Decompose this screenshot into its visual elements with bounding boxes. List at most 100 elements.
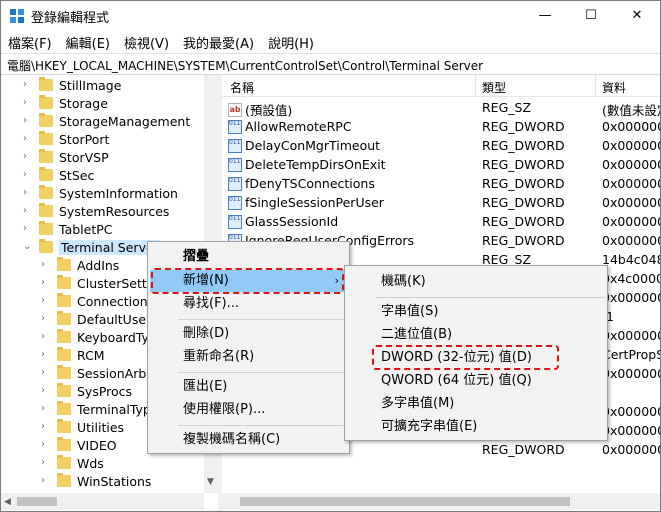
folder-icon (39, 113, 53, 127)
menu-view[interactable]: 檢視(V) (117, 30, 176, 52)
chevron-right-icon[interactable]: › (23, 152, 33, 162)
chevron-right-icon[interactable]: › (41, 350, 51, 360)
submenu-item-binary-value[interactable]: 二進位值(B) (347, 324, 605, 346)
tree-item[interactable]: › StillImage (23, 76, 121, 94)
menu-item-rename[interactable]: 重新命名(R) (150, 346, 347, 368)
list-item[interactable]: ab(預設值) REG_SZ (數值未設定) (222, 99, 660, 118)
value-data: 14b4c048- (602, 252, 660, 267)
chevron-right-icon[interactable]: › (23, 134, 33, 144)
chevron-right-icon[interactable]: › (23, 98, 33, 108)
menu-item-export[interactable]: 匯出(E) (150, 376, 347, 398)
submenu-item-key[interactable]: 機碼(K) (347, 271, 605, 293)
submenu-item-dword-value[interactable]: DWORD (32-位元) 值(D) (347, 347, 605, 369)
tree-item[interactable]: › WinStations (41, 472, 151, 490)
list-item[interactable]: 011 110AllowRemoteRPC REG_DWORD 0x00000000… (222, 118, 660, 137)
tree-item[interactable]: › SysProcs (41, 382, 132, 400)
list-scroll-thumb[interactable] (240, 497, 570, 506)
submenu-item-string-value[interactable]: 字串值(S) (347, 301, 605, 323)
chevron-right-icon[interactable]: › (41, 404, 51, 414)
tree-item[interactable]: › VIDEO (41, 436, 117, 454)
menu-item-new[interactable]: 新增(N) › (150, 270, 347, 292)
address-bar[interactable]: 電腦\HKEY_LOCAL_MACHINE\SYSTEM\CurrentCont… (1, 53, 660, 75)
tree-item[interactable]: › RCM (41, 346, 105, 364)
tree-item[interactable]: › Storage (23, 94, 108, 112)
tree-scroll-thumb[interactable] (17, 497, 57, 506)
menu-help[interactable]: 說明(H) (261, 30, 321, 52)
value-name-cell: 011 110DeleteTempDirsOnExit (228, 157, 386, 172)
tree-item[interactable]: › SystemResources (23, 202, 169, 220)
menu-item-collapse[interactable]: 摺疊 (150, 246, 347, 268)
column-header-type[interactable]: 類型 (482, 79, 506, 96)
tree-item[interactable]: › StorageManagement (23, 112, 190, 130)
tree-item[interactable]: › SystemInformation (23, 184, 178, 202)
menu-item-find[interactable]: 尋找(F)... (150, 293, 347, 315)
list-horizontal-scrollbar[interactable] (222, 493, 660, 510)
value-data: 0x00000000 (0) (602, 119, 660, 134)
value-type: REG_DWORD (482, 442, 565, 457)
tree-item[interactable]: › TabletPC (23, 220, 113, 238)
column-header-name[interactable]: 名稱 (230, 79, 254, 96)
chevron-right-icon[interactable]: › (41, 422, 51, 432)
tree-item-label: StorVSP (59, 149, 109, 165)
chevron-right-icon[interactable]: › (41, 440, 51, 450)
submenu-item-multi-string-value[interactable]: 多字串值(M) (347, 393, 605, 415)
chevron-right-icon[interactable]: › (41, 296, 51, 306)
tree-item[interactable]: › StSec (23, 166, 94, 184)
binary-value-icon: 011 110 (228, 176, 242, 191)
menu-item-delete[interactable]: 刪除(D) (150, 323, 347, 345)
list-item[interactable]: 011 110DeleteTempDirsOnExit REG_DWORD 0x00… (222, 156, 660, 175)
folder-icon (39, 149, 53, 163)
chevron-right-icon[interactable]: › (23, 80, 33, 90)
chevron-down-icon[interactable]: ⌄ (23, 242, 33, 252)
tree-item[interactable]: › StorPort (23, 130, 109, 148)
binary-value-icon: 011 110 (228, 119, 242, 134)
menu-edit[interactable]: 編輯(E) (59, 30, 117, 52)
minimize-button[interactable]: — (522, 1, 568, 30)
column-divider[interactable] (475, 75, 476, 97)
menu-file[interactable]: 檔案(F) (1, 30, 59, 52)
submenu-item-expandable-string-value[interactable]: 可擴充字串值(E) (347, 416, 605, 438)
tree-item[interactable]: › AddIns (41, 256, 119, 274)
tree-item[interactable]: › StorVSP (23, 148, 109, 166)
value-name: fDenyTSConnections (245, 176, 375, 191)
tree-item[interactable]: ⌄ Terminal Server (23, 238, 161, 256)
folder-icon (39, 95, 53, 109)
chevron-right-icon[interactable]: › (41, 314, 51, 324)
close-button[interactable]: ✕ (614, 1, 660, 30)
chevron-right-icon[interactable]: › (41, 458, 51, 468)
chevron-right-icon[interactable]: › (23, 188, 33, 198)
tree-item-label: WinStations (77, 473, 152, 489)
maximize-button[interactable]: ☐ (568, 1, 614, 30)
list-item[interactable]: 011 110DelayConMgrTimeout REG_DWORD 0x0000… (222, 137, 660, 156)
value-name-cell: ab (預設值) (228, 100, 292, 119)
chevron-right-icon[interactable]: › (23, 116, 33, 126)
chevron-right-icon[interactable]: › (23, 224, 33, 234)
chevron-right-icon[interactable]: › (41, 476, 51, 486)
scroll-down-arrow-icon[interactable]: ▼ (207, 477, 214, 487)
value-data: 0x00000001 (1) (602, 214, 660, 229)
list-item[interactable]: 011 110fSingleSessionPerUser REG_DWORD 0x0… (222, 194, 660, 213)
tree-item-label: SysProcs (77, 383, 133, 399)
chevron-right-icon[interactable]: › (41, 278, 51, 288)
tree-item[interactable]: › Utilities (41, 418, 124, 436)
menu-favorites[interactable]: 我的最愛(A) (176, 30, 261, 52)
menu-item-permissions[interactable]: 使用權限(P)... (150, 399, 347, 421)
list-item[interactable]: 011 110fDenyTSConnections REG_DWORD 0x0000… (222, 175, 660, 194)
tree-item-label: StorPort (59, 131, 110, 147)
chevron-right-icon[interactable]: › (41, 260, 51, 270)
tree-horizontal-scrollbar[interactable]: ◀ (1, 493, 204, 510)
chevron-right-icon[interactable]: › (41, 368, 51, 378)
tree-item[interactable]: › Wds (41, 454, 104, 472)
column-header-data[interactable]: 資料 (602, 79, 626, 96)
column-divider[interactable] (595, 75, 596, 97)
submenu-item-qword-value[interactable]: QWORD (64 位元) 值(Q) (347, 370, 605, 392)
scroll-left-arrow-icon[interactable]: ◀ (4, 497, 11, 507)
chevron-right-icon[interactable]: › (41, 386, 51, 396)
chevron-right-icon[interactable]: › (41, 332, 51, 342)
menu-item-new-label: 新增(N) (183, 273, 229, 288)
value-type: REG_DWORD (482, 138, 565, 153)
chevron-right-icon[interactable]: › (23, 170, 33, 180)
menu-item-copy-key-name[interactable]: 複製機碼名稱(C) (150, 429, 347, 451)
list-item[interactable]: 011 110GlassSessionId REG_DWORD 0x00000001… (222, 213, 660, 232)
chevron-right-icon[interactable]: › (23, 206, 33, 216)
